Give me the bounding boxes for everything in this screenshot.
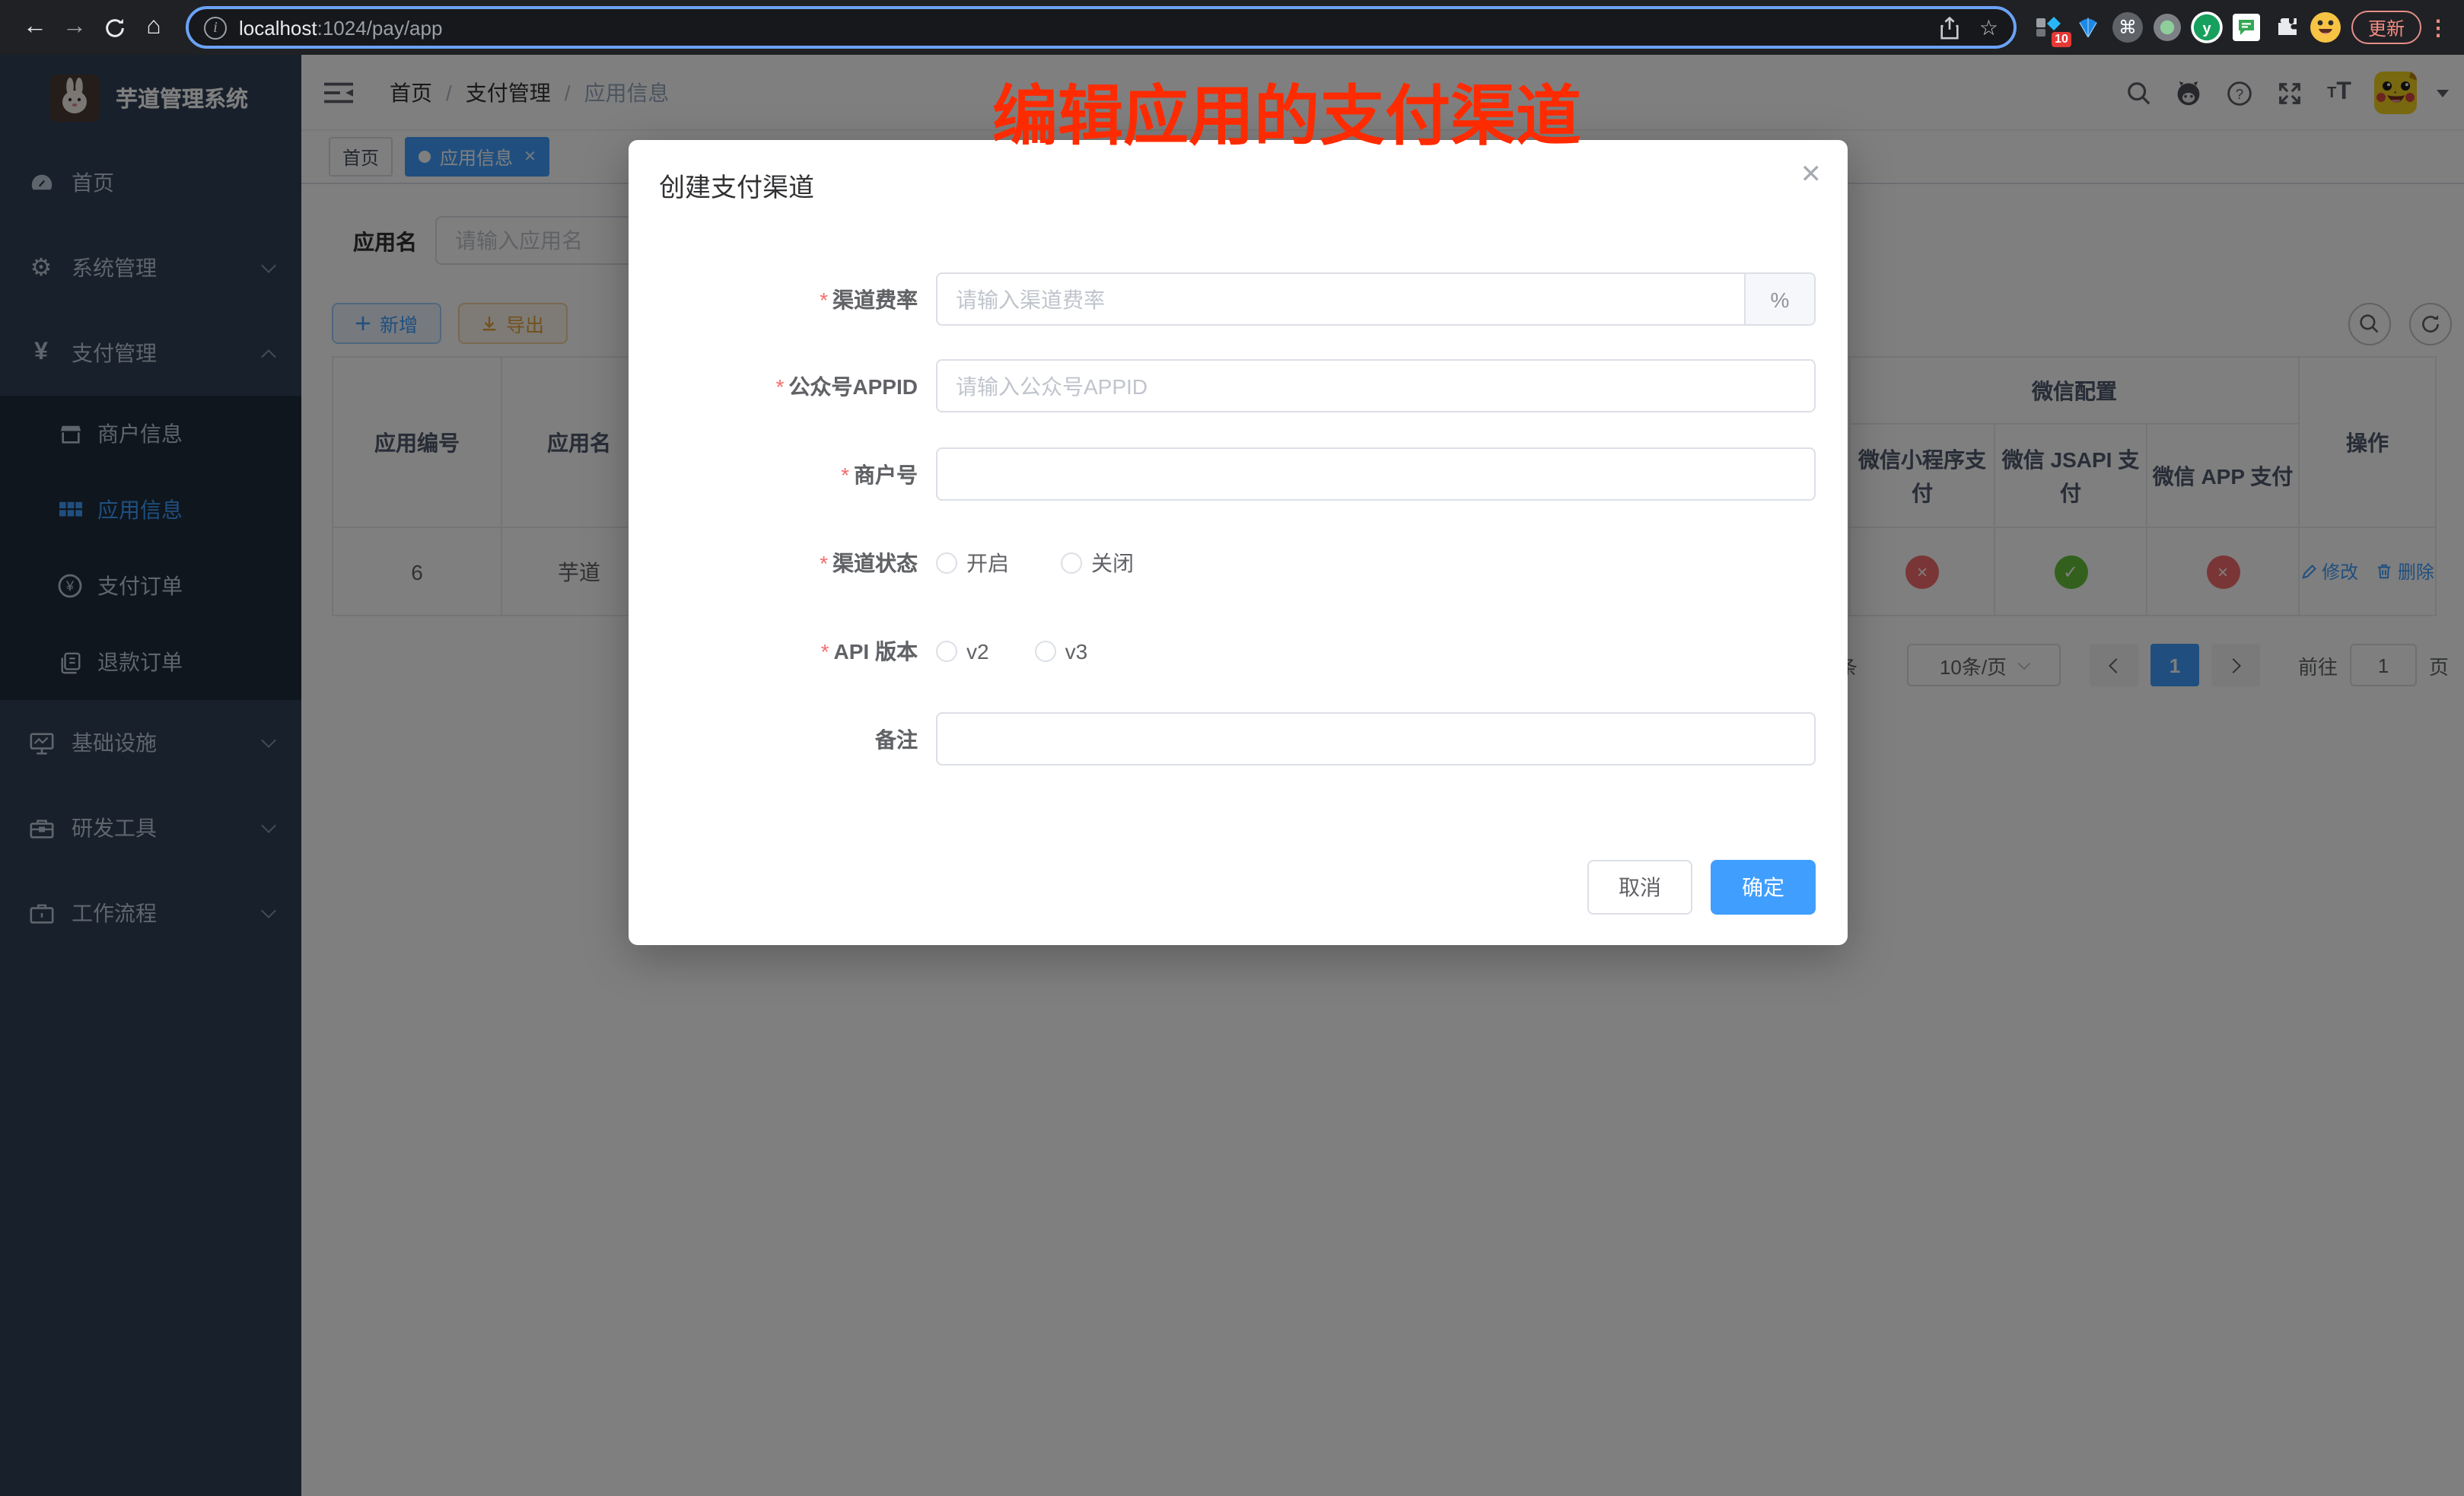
address-bar[interactable]: i localhost:1024/pay/app ☆ [186, 6, 2017, 49]
browser-menu-icon[interactable]: ⋮ [2427, 14, 2449, 40]
dialog-close-icon[interactable]: ✕ [1800, 160, 1823, 190]
required-asterisk: * [841, 462, 849, 486]
field-label: *渠道状态 [659, 547, 918, 578]
radio-circle-icon [936, 640, 957, 661]
back-icon[interactable]: ← [15, 8, 55, 47]
field-label: *渠道费率 [659, 284, 918, 314]
remark-input[interactable] [938, 714, 1814, 764]
url-host: localhost [239, 16, 317, 39]
bookmark-star-icon[interactable]: ☆ [1979, 14, 1998, 40]
radio-status-open[interactable]: 开启 [936, 547, 1009, 578]
form-row-channel-status: *渠道状态 开启 关闭 [659, 536, 1816, 589]
field-label: *API 版本 [659, 635, 918, 666]
merchant-no-input-wrap [936, 447, 1816, 501]
form-row-api-version: *API 版本 v2 v3 [659, 624, 1816, 677]
radio-status-closed[interactable]: 关闭 [1061, 547, 1134, 578]
share-icon[interactable] [1940, 16, 1961, 39]
appid-input[interactable] [938, 361, 1814, 411]
extension-kite-icon[interactable] [2068, 8, 2108, 47]
home-icon[interactable]: ⌂ [134, 8, 173, 47]
channel-rate-input-wrap: % [936, 272, 1816, 326]
merchant-no-input[interactable] [938, 449, 1814, 499]
extensions-puzzle-icon[interactable] [2266, 8, 2306, 47]
update-label: 更新 [2368, 14, 2405, 40]
radio-circle-icon [1061, 552, 1082, 573]
form-row-appid: *公众号APPID [659, 359, 1816, 412]
radio-api-v2[interactable]: v2 [936, 638, 989, 663]
channel-rate-input[interactable] [938, 274, 1744, 324]
reload-icon[interactable] [94, 8, 134, 47]
svg-text:y: y [2202, 21, 2211, 37]
extension-kanban-icon[interactable]: 10 [2029, 8, 2068, 47]
percent-suffix: % [1744, 274, 1814, 324]
browser-update-button[interactable]: 更新 [2351, 11, 2421, 44]
application-root: ← → ⌂ i localhost:1024/pay/app ☆ 10 ⌘ [0, 0, 2464, 1496]
extension-emoji-icon[interactable] [2306, 8, 2345, 47]
remark-input-wrap [936, 712, 1816, 766]
form-row-channel-rate: *渠道费率 % [659, 272, 1816, 326]
required-asterisk: * [820, 550, 828, 575]
form-row-remark: 备注 [659, 712, 1816, 766]
extension-y-icon[interactable]: y [2187, 8, 2227, 47]
required-asterisk: * [776, 374, 785, 398]
radio-circle-icon [936, 552, 957, 573]
extension-command-icon[interactable]: ⌘ [2108, 8, 2147, 47]
confirm-button[interactable]: 确定 [1711, 860, 1816, 915]
browser-toolbar: ← → ⌂ i localhost:1024/pay/app ☆ 10 ⌘ [0, 0, 2464, 55]
field-label: *商户号 [659, 459, 918, 489]
appid-input-wrap [936, 359, 1816, 412]
required-asterisk: * [820, 287, 828, 311]
field-label: *公众号APPID [659, 371, 918, 401]
field-label: 备注 [659, 724, 918, 754]
forward-icon[interactable]: → [55, 8, 94, 47]
annotation-text: 编辑应用的支付渠道 [992, 64, 1581, 158]
radio-circle-icon [1035, 640, 1056, 661]
site-info-icon[interactable]: i [204, 16, 227, 39]
create-payment-channel-dialog: 创建支付渠道 ✕ *渠道费率 % *公众号APPID *商户号 [629, 140, 1848, 945]
extension-chat-icon[interactable] [2227, 8, 2266, 47]
required-asterisk: * [821, 638, 829, 663]
form-row-merchant-no: *商户号 [659, 447, 1816, 501]
dialog-title: 创建支付渠道 [659, 166, 814, 204]
radio-api-v3[interactable]: v3 [1035, 638, 1088, 663]
url-path: :1024/pay/app [317, 16, 443, 39]
cancel-button[interactable]: 取消 [1587, 860, 1692, 915]
extension-record-icon[interactable] [2147, 8, 2187, 47]
